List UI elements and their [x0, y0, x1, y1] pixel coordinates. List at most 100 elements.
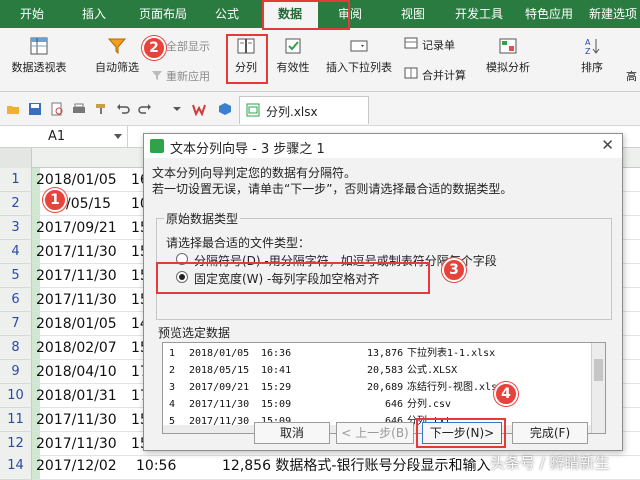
document-tab[interactable]: 分列.xlsx — [239, 96, 369, 124]
record-sheet-icon — [404, 37, 418, 49]
tab-special[interactable]: 特色应用 — [516, 0, 582, 28]
preview-row: 1 2018/01/05 16:36 13,876 下拉列表1-1.xlsx — [169, 348, 496, 359]
name-box-value: A1 — [48, 129, 66, 144]
cell-date: 2018/01/05 — [36, 316, 117, 332]
cell-date: 2017/11/30 — [36, 244, 117, 260]
redo-icon[interactable] — [138, 102, 152, 116]
intro-line-1: 文本分列向导判定您的数据有分隔符。 — [152, 166, 357, 180]
row-number[interactable]: 12 — [0, 432, 32, 456]
undo-icon[interactable] — [116, 102, 130, 116]
annotation-box-data-tab — [262, 0, 350, 30]
tab-developer[interactable]: 开发工具 — [446, 0, 512, 28]
intro-line-2: 若一切设置无误，请单击“下一步”，否则请选择最合适的数据类型。 — [152, 182, 513, 196]
back-button[interactable]: < 上一步(B) — [336, 422, 414, 444]
tab-start[interactable]: 开始 — [4, 0, 60, 28]
tab-new-options[interactable]: 新建选项卡 — [586, 0, 640, 28]
cell-date: 2018/01/31 — [36, 388, 117, 404]
preview-pane[interactable]: 1 2018/01/05 16:36 13,876 下拉列表1-1.xlsx 2 2018… — [162, 342, 606, 434]
row-number[interactable]: 2 — [0, 192, 32, 216]
preview-vertical-scrollbar[interactable] — [591, 343, 605, 433]
cell-date: 2017/11/30 — [36, 292, 117, 308]
cell-date: 2018/04/10 — [36, 364, 117, 380]
tab-view[interactable]: 视图 — [386, 0, 440, 28]
simulate-analysis-label: 模拟分析 — [486, 61, 530, 74]
svg-text:Z: Z — [585, 47, 591, 56]
sort-button[interactable]: AZ 排序 — [572, 36, 612, 75]
row-number[interactable]: 3 — [0, 216, 32, 240]
chevron-down-icon[interactable] — [170, 102, 184, 116]
sort-az-icon: AZ — [585, 38, 600, 56]
spreadsheet-file-icon — [246, 103, 260, 117]
scrollbar-thumb[interactable] — [594, 359, 603, 381]
dialog-title-bar: 文本分列向导 - 3 步骤之 1 ✕ — [144, 134, 622, 158]
insert-dropdown-button[interactable]: 插入下拉列表 — [322, 36, 396, 75]
cancel-button[interactable]: 取消 — [254, 422, 330, 444]
tab-page-layout[interactable]: 页面布局 — [128, 0, 198, 28]
record-sheet-label[interactable]: 记录单 — [422, 37, 455, 53]
document-tab-label: 分列.xlsx — [266, 105, 318, 119]
cube-icon[interactable] — [218, 102, 232, 116]
dialog-title: 文本分列向导 - 3 步骤之 1 — [170, 142, 325, 157]
preview-row: 3 2017/09/21 15:29 20,689 冻结行列-视图.xlsx — [169, 382, 504, 393]
validity-button[interactable]: 有效性 — [268, 36, 318, 75]
tab-formula[interactable]: 公式 — [200, 0, 254, 28]
dropdown-list-icon — [350, 40, 368, 52]
cell-date: 2017/11/30 — [36, 268, 117, 284]
dialog-body: 文本分列向导判定您的数据有分隔符。 若一切设置无误，请单击“下一步”，否则请选择… — [144, 158, 622, 450]
row-number[interactable]: 5 — [0, 264, 32, 288]
wps-spreadsheet-logo-icon — [150, 139, 164, 153]
advanced-label[interactable]: 高 — [626, 68, 637, 84]
annotation-box-fixed-width — [156, 262, 430, 294]
wps-logo-icon[interactable] — [192, 102, 206, 116]
watermark-text: 头条号 / 孵睛新生 — [490, 454, 610, 472]
row-number[interactable]: 4 — [0, 240, 32, 264]
name-box-dropdown-icon[interactable] — [114, 134, 122, 140]
simulate-analysis-button[interactable]: 模拟分析 — [476, 36, 540, 75]
step-badge-3: 3 — [442, 258, 466, 282]
merge-calc-icon — [404, 67, 418, 79]
cell-date: 2018/01/05 — [36, 172, 117, 188]
row-number[interactable]: 14 — [0, 454, 32, 480]
name-box[interactable]: A1 — [0, 126, 128, 148]
row-number[interactable]: 1 — [0, 168, 32, 192]
sort-label: 排序 — [581, 61, 603, 74]
cell-time: 10:56 — [136, 458, 177, 474]
select-all-corner[interactable] — [0, 148, 32, 168]
row-number[interactable]: 10 — [0, 384, 32, 408]
close-icon[interactable]: ✕ — [601, 136, 614, 154]
row-number[interactable]: 6 — [0, 288, 32, 312]
ribbon-toolbar: 数据透视表 自动筛选 全部显示 重新应用 分列 有效性 插入下拉列表 记录单 合… — [0, 28, 640, 92]
show-all-label[interactable]: 全部显示 — [166, 38, 210, 54]
reapply-icon — [152, 71, 162, 80]
preview-row: 4 2017/11/30 15:09 646 分列.csv — [169, 399, 452, 410]
auto-filter-button[interactable]: 自动筛选 — [88, 36, 146, 75]
filter-funnel-icon — [107, 38, 127, 55]
row-number[interactable]: 9 — [0, 360, 32, 384]
row-number[interactable]: 11 — [0, 408, 32, 432]
tab-insert[interactable]: 插入 — [66, 0, 122, 28]
print-icon[interactable] — [72, 102, 86, 116]
row-number[interactable]: 8 — [0, 336, 32, 360]
print-preview-icon[interactable] — [50, 102, 64, 116]
pivot-table-button[interactable]: 数据透视表 — [6, 36, 72, 75]
validity-label: 有效性 — [276, 61, 310, 74]
auto-filter-label: 自动筛选 — [95, 61, 139, 74]
cell-date: 2017/11/30 — [36, 412, 117, 428]
preview-title: 预览选定数据 — [158, 326, 231, 340]
merge-calc-label[interactable]: 合并计算 — [422, 67, 466, 83]
finish-button[interactable]: 完成(F) — [512, 422, 588, 444]
save-icon[interactable] — [28, 102, 42, 116]
pivot-table-label: 数据透视表 — [11, 61, 67, 74]
preview-row: 2 2018/05/15 10:41 20,583 公式.XLSX — [169, 365, 458, 376]
format-painter-icon[interactable] — [94, 102, 108, 116]
insert-dropdown-label: 插入下拉列表 — [326, 61, 392, 74]
svg-text:A: A — [585, 38, 591, 47]
reapply-label[interactable]: 重新应用 — [166, 68, 210, 84]
simulate-analysis-icon — [499, 38, 517, 54]
step-badge-4: 4 — [494, 382, 518, 406]
row-number[interactable]: 7 — [0, 312, 32, 336]
open-folder-icon[interactable] — [6, 102, 20, 116]
annotation-box-split-column — [226, 34, 268, 84]
cell-file-info: 12,856 数据格式-银行账号分段显示和输入 — [222, 458, 491, 474]
cell-date: /05/15 — [66, 196, 112, 212]
